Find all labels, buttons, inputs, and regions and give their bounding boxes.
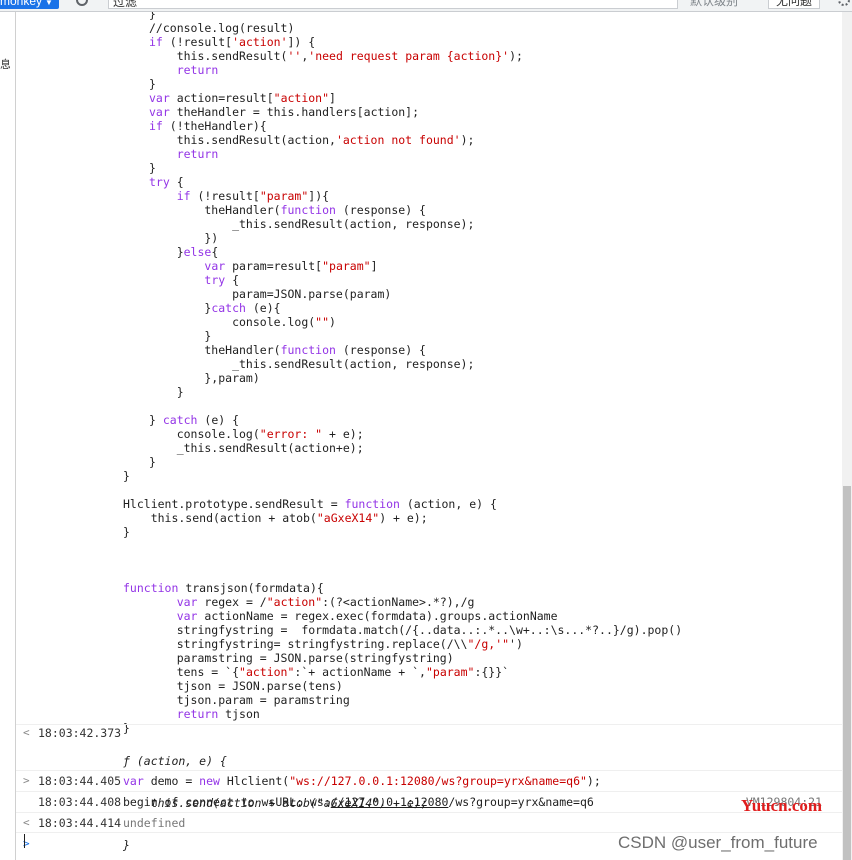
code-line: function transjson(formdata){ — [123, 581, 324, 595]
code-line: _this.sendResult(action, response); — [149, 217, 475, 231]
text-cursor — [24, 834, 25, 848]
code-line: this.sendResult('','need request param {… — [149, 49, 523, 63]
console-sidebar: 息 — [0, 12, 16, 860]
source-code-output: }//console.log(result) if (!result['actio… — [123, 12, 682, 735]
console-entry-input: > 18:03:44.405 var demo = new Hlclient("… — [16, 770, 842, 790]
code-line: stringfystring = formdata.match(/{..data… — [149, 623, 683, 637]
sidebar-label[interactable]: 息 — [0, 56, 10, 72]
code-line: }catch (e){ — [149, 301, 281, 315]
code-line: if (!result["param"]){ — [176, 189, 330, 203]
code-line: var param=result["param"] — [204, 259, 378, 273]
issues-button[interactable]: 无问题 — [768, 0, 820, 9]
code-line: } — [123, 469, 130, 483]
code-line: return tjson — [176, 707, 260, 721]
code-line: } — [149, 12, 156, 21]
input-arrow-icon: > — [23, 774, 30, 787]
code-line: var regex = /"action":(?<actionName>.*?)… — [176, 595, 475, 609]
gear-icon[interactable] — [838, 0, 850, 6]
site-watermark: Yuucn.com — [741, 796, 823, 815]
code-line: try { — [149, 175, 184, 189]
command-text[interactable]: var demo = new Hlclient("ws://127.0.0.1:… — [123, 774, 601, 788]
code-line: var theHandler = this.handlers[action]; — [149, 105, 420, 119]
code-line: } — [149, 329, 212, 343]
code-line: },param) — [149, 371, 260, 385]
console-entry-result: < 18:03:42.373 ƒ (action, e) { this.send… — [16, 724, 842, 852]
code-line: console.log("") — [149, 315, 336, 329]
console-entry-log: 18:03:44.408 begin of connect to wsURL: … — [16, 791, 842, 811]
timestamp: 18:03:42.373 — [38, 726, 122, 740]
code-line: if (!theHandler){ — [149, 119, 267, 133]
code-line: theHandler(function (response) { — [149, 343, 426, 357]
code-line: } — [149, 77, 156, 91]
filter-input[interactable] — [108, 0, 678, 9]
code-line: }) — [149, 231, 219, 245]
code-line: } — [123, 525, 130, 539]
code-line: return — [176, 147, 219, 161]
code-line: param=JSON.parse(param) — [149, 287, 392, 301]
code-line: }else{ — [149, 245, 219, 259]
scrollbar-thumb[interactable] — [843, 486, 851, 860]
code-line: //console.log(result) — [149, 21, 295, 35]
log-suffix: /ws?group=yrx&name=q6 — [448, 795, 594, 809]
vertical-scrollbar[interactable] — [842, 12, 852, 860]
chevron-down-icon: ▼ — [45, 0, 53, 7]
code-line: } — [149, 385, 184, 399]
result-value: undefined — [123, 816, 186, 830]
code-line: this.sendResult(action,'action not found… — [149, 133, 475, 147]
code-line: paramstring = JSON.parse(stringfystring) — [149, 651, 454, 665]
eye-icon[interactable] — [76, 0, 88, 6]
code-line: try { — [204, 273, 240, 287]
code-line: var actionName = regex.exec(formdata).gr… — [176, 609, 558, 623]
context-label: monkey — [0, 0, 43, 8]
timestamp: 18:03:44.405 — [38, 774, 122, 788]
code-line: tjson = JSON.parse(tens) — [149, 679, 343, 693]
code-line: return — [176, 63, 219, 77]
console-panel: }//console.log(result) if (!result['actio… — [16, 12, 842, 860]
code-line: Hlclient.prototype.sendResult = function… — [123, 497, 497, 511]
timestamp: 18:03:44.408 — [38, 795, 122, 809]
context-selector[interactable]: monkey ▼ — [0, 0, 59, 9]
code-line: theHandler(function (response) { — [149, 203, 426, 217]
code-line: var action=result["action"] — [149, 91, 336, 105]
code-line: } — [149, 455, 156, 469]
code-line: } catch (e) { — [149, 413, 240, 427]
result-arrow-icon: < — [23, 726, 30, 739]
code-line: this.send(action + atob("aGxeX14") + e); — [123, 511, 428, 525]
console-toolbar: monkey▼ 默认级别 无问题 — [0, 0, 852, 12]
log-message: begin of connect to wsURL: ws://127.0.0.… — [123, 795, 594, 809]
code-line: if (!result['action']) { — [149, 35, 316, 49]
result-arrow-icon: < — [23, 816, 30, 829]
console-entry-result: < 18:03:44.414 undefined — [16, 812, 842, 832]
code-line: _this.sendResult(action+e); — [149, 441, 364, 455]
code-line: stringfystring= stringfystring.replace(/… — [149, 637, 523, 651]
code-line: ƒ (action, e) { — [123, 754, 227, 768]
code-line: console.log("error: " + e); — [149, 427, 364, 441]
code-line: tjson.param = paramstring — [149, 693, 350, 707]
code-line: _this.sendResult(action, response); — [149, 357, 475, 371]
code-line: } — [149, 161, 156, 175]
ws-url-link[interactable]: //127.0.0.1:12080 — [331, 795, 449, 809]
log-prefix: begin of connect to wsURL: ws: — [123, 795, 331, 809]
levels-dropdown[interactable]: 默认级别 — [690, 0, 738, 9]
code-line: tens = `{"action":`+ actionName + `,"par… — [149, 665, 510, 679]
timestamp: 18:03:44.414 — [38, 816, 122, 830]
csdn-watermark: CSDN @user_from_future — [618, 833, 818, 852]
